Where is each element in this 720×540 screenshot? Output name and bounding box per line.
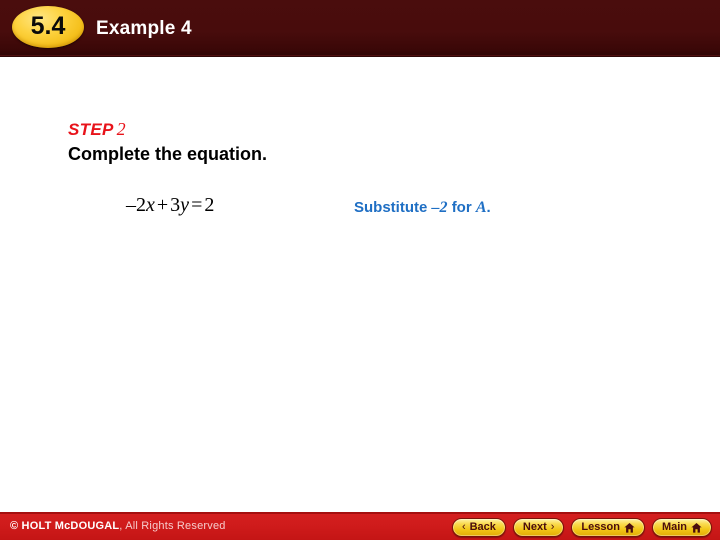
step-number: 2 bbox=[116, 119, 126, 139]
page-title: Example 4 bbox=[96, 18, 192, 39]
lesson-button-label: Lesson bbox=[581, 521, 620, 533]
step-word: STEP bbox=[68, 120, 114, 139]
back-button[interactable]: ‹ Back bbox=[451, 518, 506, 537]
step-label: STEP 2 bbox=[68, 120, 126, 139]
equation-result: 2 bbox=[204, 194, 215, 216]
equation-operator: + bbox=[156, 194, 169, 216]
home-icon bbox=[691, 522, 702, 533]
equation-line: –2x +3y = 2 bbox=[126, 195, 214, 215]
copyright-notice: © HOLT McDOUGAL, All Rights Reserved bbox=[10, 521, 226, 532]
annotation-value: –2 bbox=[431, 199, 448, 216]
back-button-label: Back bbox=[469, 521, 496, 533]
copyright-brand: © HOLT McDOUGAL bbox=[10, 520, 120, 532]
next-button[interactable]: Next › bbox=[512, 518, 565, 537]
lesson-button[interactable]: Lesson bbox=[571, 518, 645, 537]
equation-lhs-variable: x bbox=[146, 194, 155, 216]
equation-rhs-variable: y bbox=[180, 194, 190, 216]
section-number-badge: 5.4 bbox=[12, 6, 84, 48]
annotation-suffix: . bbox=[486, 199, 491, 216]
slide-content: STEP 2 Complete the equation. –2x +3y = 2 Su… bbox=[0, 57, 720, 512]
chevron-left-icon: ‹ bbox=[461, 521, 466, 533]
annotation-prefix: Substitute bbox=[354, 199, 428, 216]
next-button-label: Next bbox=[522, 521, 547, 533]
main-button[interactable]: Main bbox=[651, 518, 712, 537]
equation-equals-sign: = bbox=[191, 194, 203, 216]
navigation-button-group: ‹ Back Next › Lesson Main bbox=[451, 518, 712, 537]
annotation-middle: for bbox=[451, 199, 472, 216]
equation-rhs-coefficient: 3 bbox=[170, 194, 181, 216]
home-icon bbox=[624, 522, 635, 533]
equation-lhs-coefficient: –2 bbox=[126, 194, 146, 216]
substitution-annotation: Substitute –2 for A. bbox=[354, 200, 491, 216]
chevron-right-icon: › bbox=[550, 521, 555, 533]
main-button-label: Main bbox=[661, 521, 687, 533]
slide-header: 5.4 Example 4 bbox=[0, 0, 720, 57]
step-instruction: Complete the equation. bbox=[68, 144, 268, 164]
slide-footer: © HOLT McDOUGAL, All Rights Reserved ‹ B… bbox=[0, 512, 720, 540]
section-number-text: 5.4 bbox=[30, 11, 66, 40]
copyright-rights: , All Rights Reserved bbox=[119, 520, 226, 532]
annotation-variable: A bbox=[475, 199, 487, 216]
